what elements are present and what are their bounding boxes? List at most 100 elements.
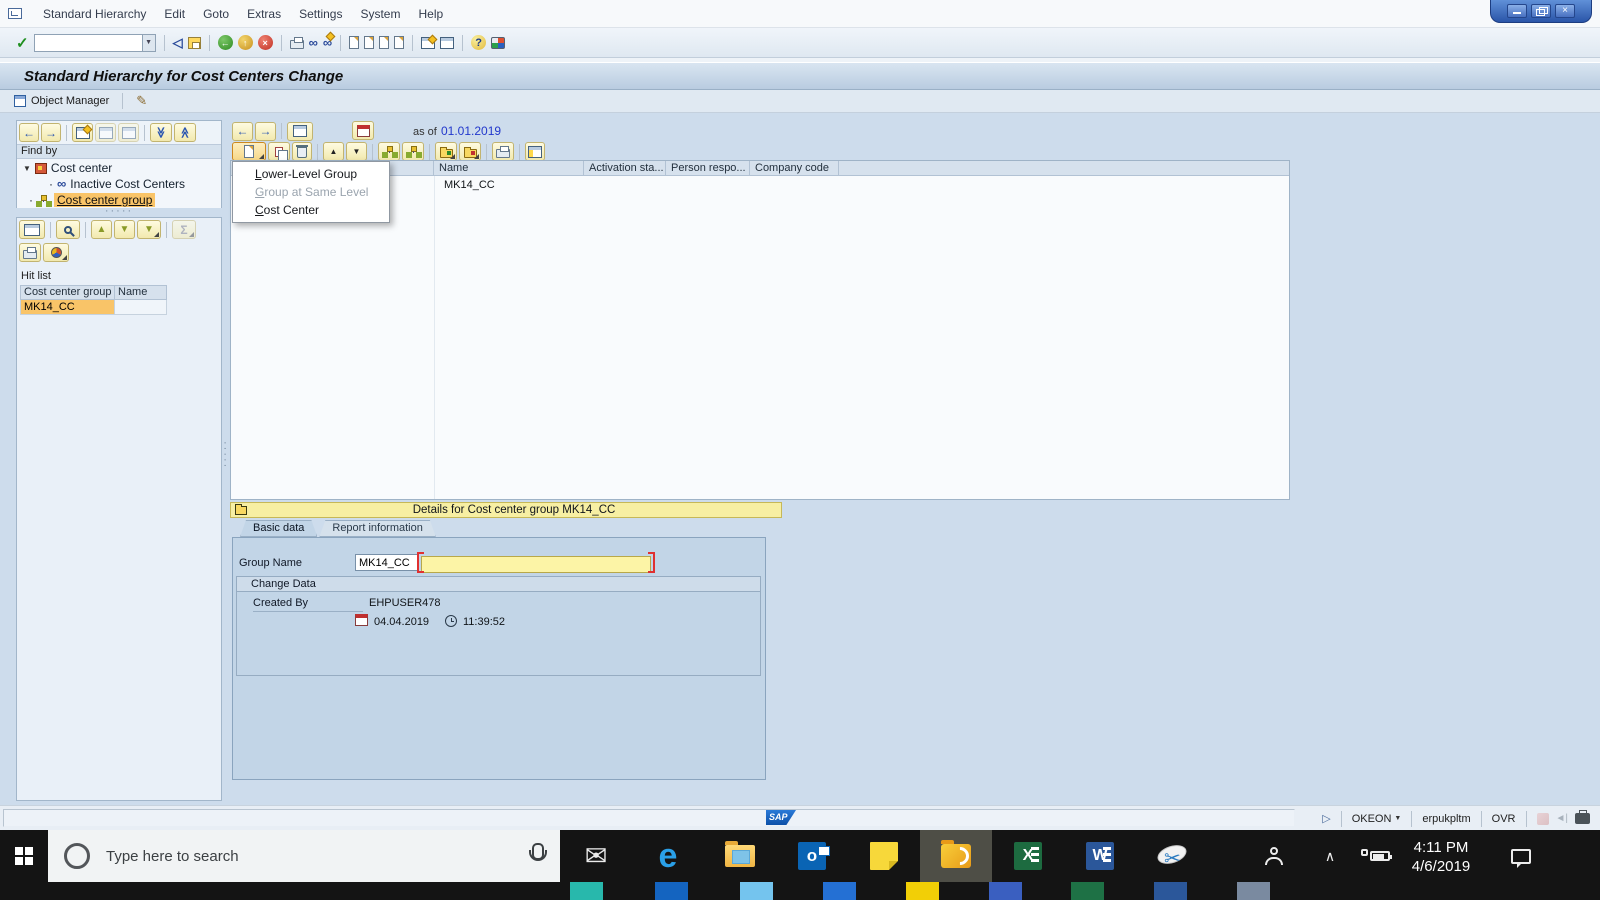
tree-item-cost-center[interactable]: ▼ Cost center <box>17 160 221 176</box>
hit-list-row[interactable]: MK14_CC <box>20 300 221 315</box>
key-date-button[interactable] <box>352 121 374 140</box>
system-id-field[interactable]: OKEON ▼ <box>1352 813 1402 825</box>
start-button[interactable] <box>0 830 48 882</box>
enter-icon[interactable]: ✓ <box>16 34 29 52</box>
back-triangle-icon[interactable]: ◁ <box>173 35 183 51</box>
group-name-field[interactable] <box>355 554 419 571</box>
back-icon[interactable]: ← <box>218 35 233 50</box>
menu-edit[interactable]: Edit <box>155 0 194 28</box>
action-center-button[interactable] <box>1498 830 1544 882</box>
status-play-icon[interactable]: ▷ <box>1322 812 1330 825</box>
microphone-icon[interactable] <box>528 843 544 869</box>
expander-icon[interactable]: ▼ <box>23 164 31 173</box>
exit-icon[interactable]: ↑ <box>238 35 253 50</box>
hierarchy-forward-button[interactable]: → <box>255 122 276 141</box>
sort-ascending-button[interactable]: ▲ <box>91 220 112 239</box>
taskbar-file-explorer[interactable] <box>704 830 776 882</box>
system-menu-icon[interactable] <box>8 8 22 19</box>
menu-standard-hierarchy[interactable]: Standard Hierarchy <box>34 0 155 28</box>
taskbar-search-input[interactable] <box>106 848 512 865</box>
taskbar-sticky-notes[interactable] <box>848 830 920 882</box>
taskbar-mail[interactable]: ✉ <box>560 830 632 882</box>
search-delete-button[interactable] <box>118 123 139 142</box>
create-shortcut-icon[interactable] <box>440 37 454 49</box>
print-hierarchy-button[interactable] <box>492 142 514 161</box>
status-briefcase-icon[interactable] <box>1575 813 1590 824</box>
move-up-button[interactable]: ▲ <box>323 142 344 161</box>
sum-button[interactable]: Σ <box>172 220 196 239</box>
menu-extras[interactable]: Extras <box>238 0 290 28</box>
menu-system[interactable]: System <box>351 0 409 28</box>
menu-item-cost-center[interactable]: Cost Center <box>233 201 389 219</box>
group-description-field[interactable] <box>421 556 651 573</box>
one-level-down-button[interactable] <box>402 142 424 161</box>
show-hidden-icons-button[interactable]: ∧ <box>1312 830 1348 882</box>
taskbar-battery[interactable] <box>1352 830 1398 882</box>
vertical-splitter[interactable]: ····· <box>221 440 230 470</box>
command-field[interactable] <box>35 35 142 51</box>
taskbar-excel[interactable]: X <box>992 830 1064 882</box>
cortana-icon[interactable] <box>64 843 90 869</box>
create-button[interactable] <box>232 142 266 161</box>
collapse-search-button[interactable]: ≫ <box>150 123 172 142</box>
minimize-button[interactable] <box>1507 4 1527 18</box>
tab-report-information[interactable]: Report information <box>319 520 436 537</box>
restore-button[interactable] <box>1531 4 1551 18</box>
menu-help[interactable]: Help <box>409 0 452 28</box>
search-template-button[interactable] <box>72 123 93 142</box>
copy-button[interactable] <box>268 142 290 161</box>
find-next-icon[interactable]: ∞ <box>323 35 332 50</box>
filter-button[interactable]: ▼ <box>137 220 161 239</box>
object-manager-button[interactable]: Object Manager <box>14 95 109 107</box>
print-hit-list-button[interactable] <box>19 243 41 262</box>
search-hit-list-button[interactable] <box>56 220 80 239</box>
insert-mode-value[interactable]: OVR <box>1492 813 1516 825</box>
expand-node-button[interactable] <box>435 142 457 161</box>
hit-list-header-group[interactable]: Cost center group <box>20 285 115 300</box>
taskbar-clock[interactable]: 4:11 PM 4/6/2019 <box>1396 830 1486 882</box>
taskbar-snipping-tool[interactable]: ✂ <box>1136 830 1208 882</box>
print-icon[interactable] <box>290 40 304 49</box>
hierarchy-back-button[interactable]: ← <box>232 122 253 141</box>
export-button[interactable] <box>43 243 69 262</box>
taskbar-people[interactable] <box>1248 830 1300 882</box>
column-settings-button[interactable] <box>525 142 545 161</box>
find-icon[interactable]: ∞ <box>309 35 318 50</box>
search-variant-button[interactable] <box>95 123 116 142</box>
sort-descending-button[interactable]: ▼ <box>114 220 135 239</box>
taskbar-word[interactable]: W <box>1064 830 1136 882</box>
cancel-icon[interactable]: × <box>258 35 273 50</box>
hit-list-header-name[interactable]: Name <box>115 285 167 300</box>
column-header-person[interactable]: Person respo... <box>666 161 750 175</box>
move-down-button[interactable]: ▼ <box>346 142 367 161</box>
taskbar-search-box[interactable] <box>48 830 560 882</box>
one-level-up-button[interactable] <box>378 142 400 161</box>
display-change-icon[interactable]: ✎ <box>136 93 147 109</box>
menu-goto[interactable]: Goto <box>194 0 238 28</box>
save-icon[interactable] <box>188 37 201 49</box>
nav-back-button[interactable]: ← <box>19 123 39 142</box>
help-icon[interactable]: ? <box>471 35 486 50</box>
new-session-icon[interactable] <box>421 37 435 49</box>
taskbar-sap-logon[interactable] <box>920 830 992 882</box>
as-of-date[interactable]: 01.01.2019 <box>441 124 501 138</box>
previous-page-icon[interactable] <box>364 36 374 49</box>
column-header-company[interactable]: Company code <box>750 161 839 175</box>
overview-button[interactable] <box>287 122 313 141</box>
last-page-icon[interactable] <box>394 36 404 49</box>
taskbar-edge[interactable]: e <box>632 830 704 882</box>
nav-forward-button[interactable]: → <box>41 123 61 142</box>
tree-item-inactive-cost-centers[interactable]: · ∞ Inactive Cost Centers <box>17 176 221 192</box>
menu-item-lower-level-group[interactable]: Lower-Level Group <box>233 165 389 183</box>
column-config-button[interactable] <box>19 220 45 239</box>
hierarchy-row-name[interactable]: MK14_CC <box>444 179 495 191</box>
taskbar-outlook[interactable]: o <box>776 830 848 882</box>
customize-layout-icon[interactable] <box>491 37 505 49</box>
hit-list-cell-group[interactable]: MK14_CC <box>20 300 115 315</box>
column-header-name[interactable]: Name <box>434 161 584 175</box>
first-page-icon[interactable] <box>349 36 359 49</box>
collapse-node-button[interactable] <box>459 142 481 161</box>
menu-settings[interactable]: Settings <box>290 0 351 28</box>
command-dropdown-icon[interactable]: ▼ <box>142 35 155 51</box>
expand-search-button[interactable]: ≪ <box>174 123 196 142</box>
